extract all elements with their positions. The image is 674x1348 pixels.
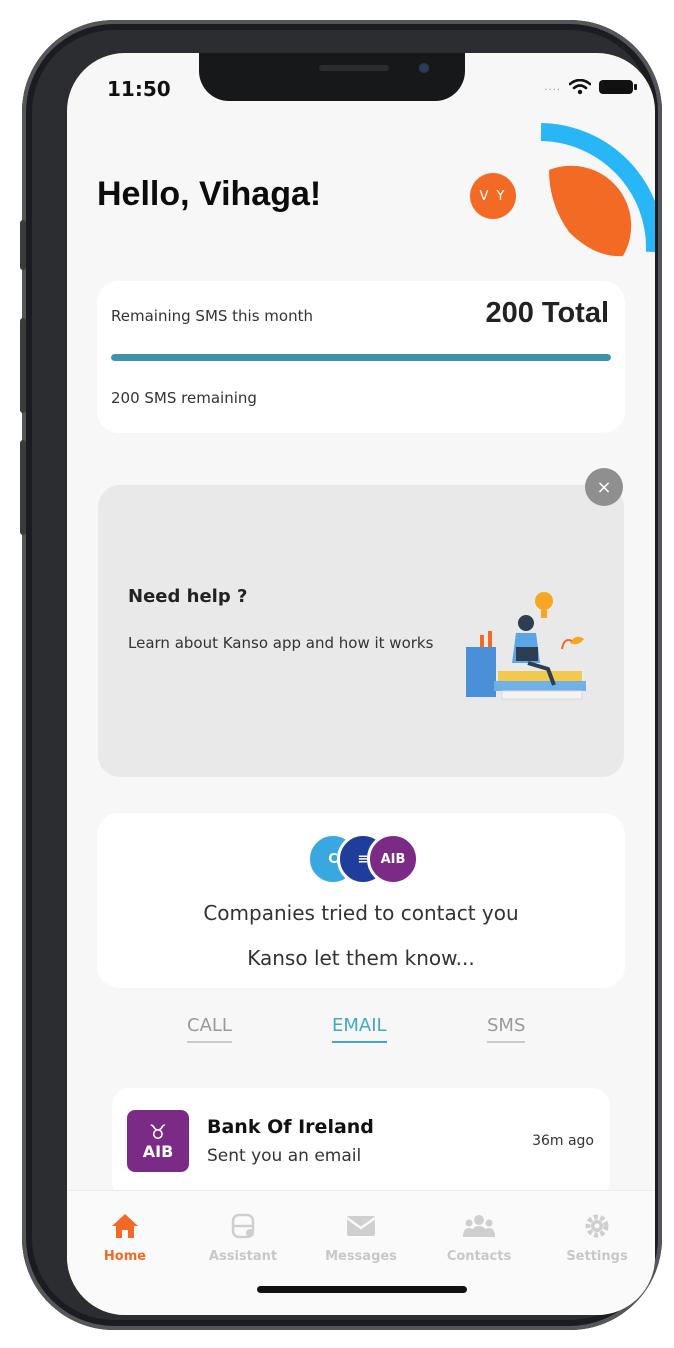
close-icon: ×	[596, 476, 612, 498]
nav-messages-label: Messages	[325, 1249, 397, 1264]
nav-home[interactable]: Home	[70, 1191, 180, 1264]
decorative-arcs-graphic	[540, 123, 655, 257]
help-illustration	[466, 592, 586, 700]
aib-emblem-icon: ♉	[149, 1119, 167, 1144]
nav-contacts[interactable]: Contacts	[424, 1191, 534, 1264]
wifi-icon	[569, 79, 591, 95]
company-logos: C ≡ AIB	[307, 833, 427, 889]
home-icon	[112, 1214, 138, 1238]
mute-switch	[20, 220, 26, 270]
nav-settings[interactable]: Settings	[542, 1191, 652, 1264]
message-time: 36m ago	[532, 1133, 594, 1149]
notch	[199, 53, 465, 101]
signal-dots: ....	[544, 81, 561, 93]
sms-progress-fill	[111, 354, 611, 361]
speaker-grille	[319, 65, 389, 71]
volume-down-button	[20, 440, 26, 535]
status-icons: ....	[544, 79, 637, 95]
company-logo-aib: AIB	[367, 833, 419, 885]
envelope-icon	[346, 1216, 376, 1236]
message-list-item[interactable]: ♉ AIB Bank Of Ireland Sent you an email …	[112, 1088, 610, 1198]
home-indicator	[257, 1286, 467, 1293]
sms-progress-bar	[111, 354, 611, 361]
gear-icon	[585, 1214, 609, 1238]
app-screen: 11:50 .... Hello, Vihaga! V Y Remaining …	[67, 53, 655, 1315]
battery-icon	[599, 80, 637, 94]
companies-title: Companies tried to contact you	[203, 901, 519, 925]
tab-sms[interactable]: SMS	[487, 1015, 526, 1043]
sms-usage-label: Remaining SMS this month	[111, 307, 313, 325]
help-title: Need help ?	[128, 586, 248, 607]
nav-settings-label: Settings	[566, 1249, 628, 1264]
contacts-icon	[463, 1215, 495, 1237]
nav-contacts-label: Contacts	[446, 1249, 512, 1264]
assistant-icon	[231, 1213, 255, 1239]
status-time: 11:50	[107, 77, 171, 101]
close-help-button[interactable]: ×	[585, 468, 623, 506]
sms-remaining-text: 200 SMS remaining	[111, 389, 257, 407]
message-summary: Sent you an email	[207, 1146, 362, 1166]
greeting-title: Hello, Vihaga!	[97, 175, 322, 213]
sms-usage-card: Remaining SMS this month 200 Total 200 S…	[97, 281, 625, 433]
nav-assistant[interactable]: Assistant	[188, 1191, 298, 1264]
aib-logo-text: AIB	[142, 1141, 174, 1161]
volume-up-button	[20, 318, 26, 413]
avatar[interactable]: V Y	[470, 173, 516, 219]
tab-call[interactable]: CALL	[187, 1015, 232, 1043]
companies-subtitle: Kanso let them know...	[247, 946, 475, 970]
bottom-navigation: Home Assistant Messages Contacts Setting…	[67, 1190, 655, 1315]
nav-assistant-label: Assistant	[208, 1249, 278, 1264]
aib-logo: ♉ AIB	[127, 1110, 189, 1172]
contact-type-tabs: CALL EMAIL SMS	[67, 1015, 655, 1055]
tab-email[interactable]: EMAIL	[332, 1015, 387, 1043]
companies-contact-card: C ≡ AIB Companies tried to contact you K…	[97, 813, 625, 988]
help-banner-card[interactable]: Need help ? Learn about Kanso app and ho…	[98, 485, 624, 777]
nav-messages[interactable]: Messages	[306, 1191, 416, 1264]
message-sender: Bank Of Ireland	[207, 1116, 374, 1138]
sms-total: 200 Total	[485, 297, 609, 329]
front-camera	[419, 63, 429, 73]
help-description: Learn about Kanso app and how it works	[128, 634, 434, 652]
nav-home-label: Home	[103, 1249, 147, 1264]
